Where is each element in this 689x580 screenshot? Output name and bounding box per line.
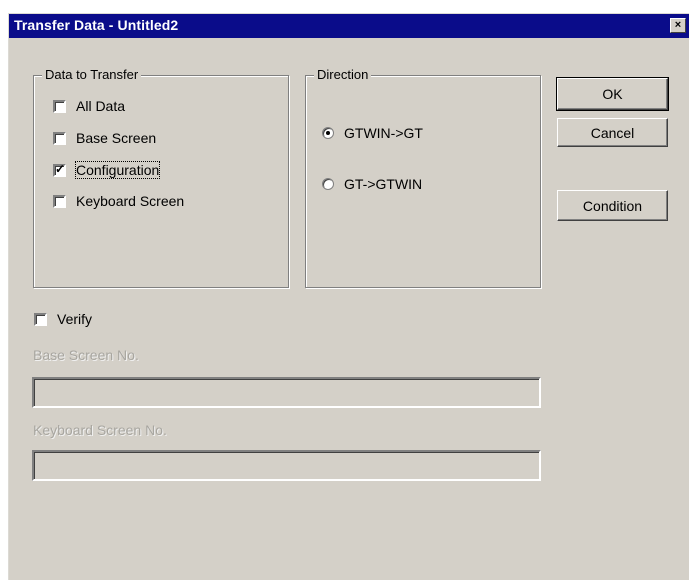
configuration-checkbox-row[interactable]: ✓ Configuration [53,160,161,180]
gtwin-to-gt-radio[interactable] [322,127,334,139]
all-data-checkbox-row[interactable]: All Data [53,96,125,116]
direction-label: Direction [314,67,372,82]
base-screen-no-label: Base Screen No. [33,347,139,363]
keyboard-screen-checkbox-row[interactable]: Keyboard Screen [53,191,184,211]
data-to-transfer-label: Data to Transfer [42,67,142,82]
data-to-transfer-group: Data to Transfer All Data Base Screen ✓ … [33,67,289,288]
radio-selected-dot [326,131,330,135]
keyboard-screen-no-input[interactable] [32,450,541,481]
direction-group: Direction GTWIN->GT GT->GTWIN [305,67,541,288]
keyboard-screen-label: Keyboard Screen [76,193,185,209]
gtwin-to-gt-radio-row[interactable]: GTWIN->GT [322,123,423,143]
base-screen-checkbox-row[interactable]: Base Screen [53,128,156,148]
condition-button[interactable]: Condition [557,190,668,221]
ok-button[interactable]: OK [556,77,669,111]
configuration-label: Configuration [74,161,161,179]
transfer-data-dialog: Transfer Data - Untitled2 × Data to Tran… [8,13,689,580]
check-icon: ✓ [55,161,66,176]
verify-checkbox[interactable] [34,312,47,326]
gt-to-gtwin-label: GT->GTWIN [344,176,423,192]
gt-to-gtwin-radio[interactable] [322,178,334,190]
gtwin-to-gt-label: GTWIN->GT [344,125,423,141]
keyboard-screen-checkbox[interactable] [53,194,66,208]
configuration-checkbox[interactable]: ✓ [53,161,66,177]
base-screen-no-input[interactable] [32,377,541,408]
gt-to-gtwin-radio-row[interactable]: GT->GTWIN [322,174,422,194]
close-button[interactable]: × [670,18,686,33]
verify-checkbox-row[interactable]: Verify [34,309,92,329]
all-data-checkbox[interactable] [53,99,66,113]
base-screen-checkbox[interactable] [53,131,66,145]
title-bar[interactable]: Transfer Data - Untitled2 × [9,14,689,38]
verify-label: Verify [57,311,93,327]
keyboard-screen-no-label: Keyboard Screen No. [33,422,167,438]
close-icon: × [674,19,682,31]
window-title: Transfer Data - Untitled2 [14,17,179,33]
all-data-label: All Data [76,98,126,114]
cancel-button[interactable]: Cancel [557,118,668,147]
base-screen-label: Base Screen [76,130,157,146]
